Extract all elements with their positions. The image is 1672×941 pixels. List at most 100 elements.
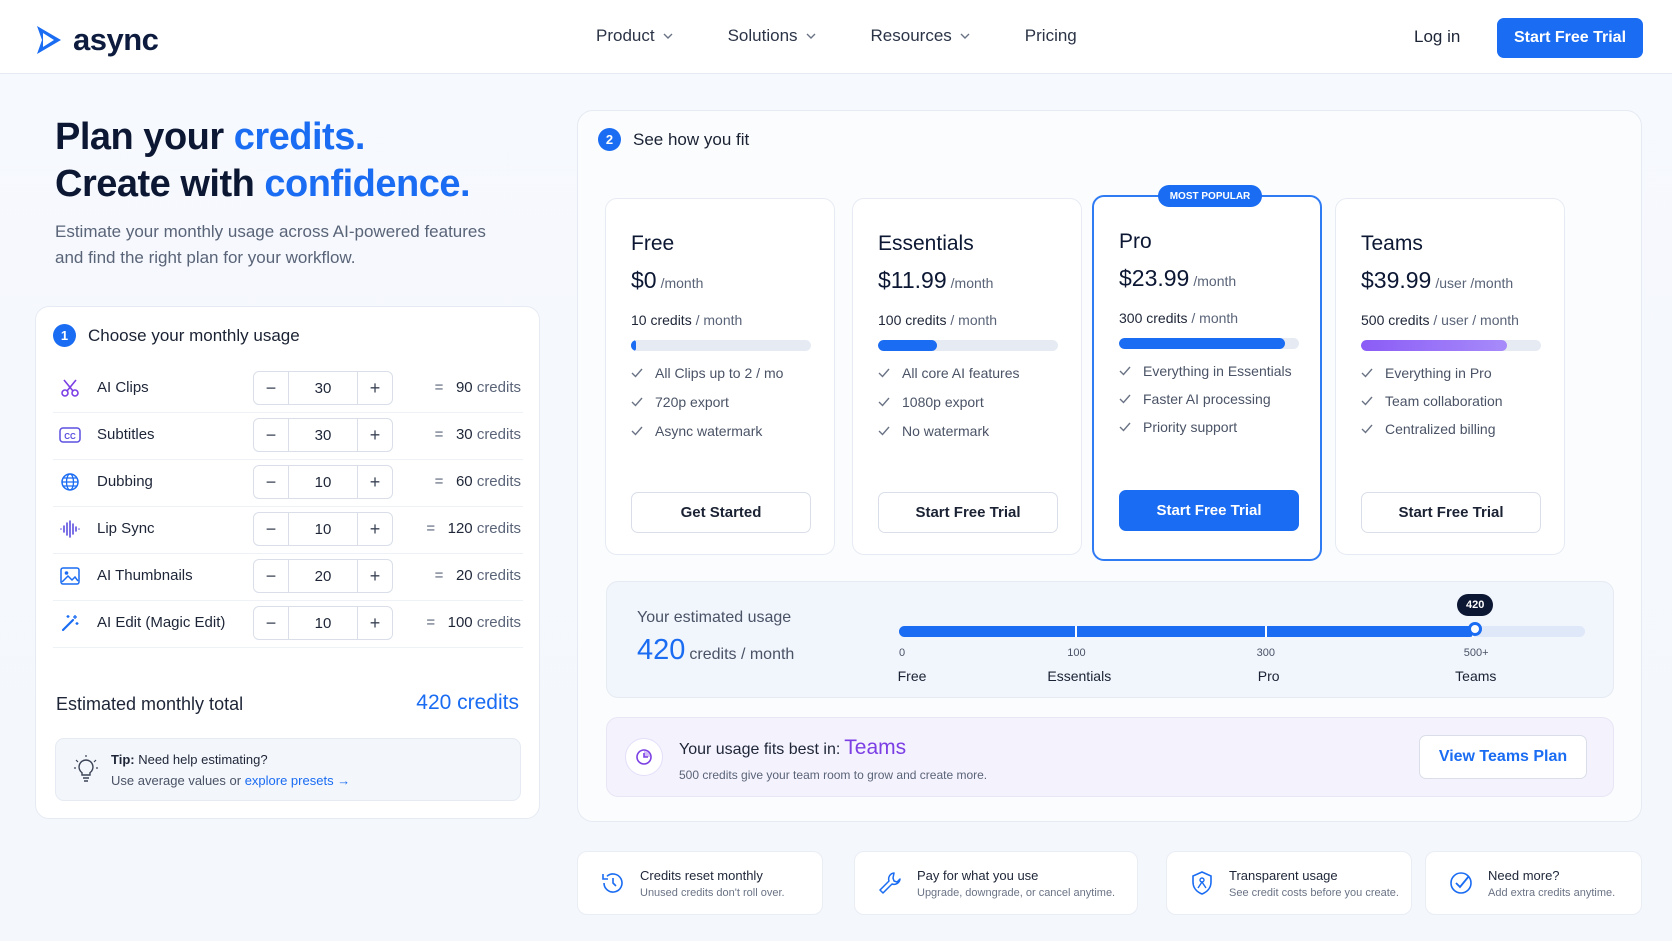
slider-tick-label: 500+ bbox=[1463, 647, 1489, 659]
start-free-trial-button[interactable]: Start Free Trial bbox=[1497, 18, 1643, 58]
usage-row-label: AI Clips bbox=[97, 379, 149, 396]
plan-credits: 10 credits / month bbox=[631, 312, 742, 328]
usage-row-label: AI Edit (Magic Edit) bbox=[97, 614, 226, 631]
menu-resources-label: Resources bbox=[870, 26, 952, 45]
equals-sign: = bbox=[434, 426, 444, 443]
plan-feature: All Clips up to 2 / mo bbox=[631, 365, 783, 381]
quantity-stepper: − 30 + bbox=[253, 371, 393, 405]
wrench-icon bbox=[877, 870, 903, 896]
increment-button[interactable]: + bbox=[358, 419, 392, 451]
check-icon bbox=[631, 368, 643, 378]
check-icon bbox=[1119, 366, 1131, 376]
usage-title: Choose your monthly usage bbox=[88, 325, 300, 345]
increment-button[interactable]: + bbox=[358, 560, 392, 592]
decrement-button[interactable]: − bbox=[254, 466, 288, 498]
fit-title: See how you fit bbox=[633, 129, 750, 149]
plan-price: $0/month bbox=[631, 267, 703, 294]
check-icon bbox=[1361, 424, 1373, 434]
decrement-button[interactable]: − bbox=[254, 513, 288, 545]
usage-step-header: 1 Choose your monthly usage bbox=[53, 324, 300, 347]
best-fit-plan: Teams bbox=[844, 736, 907, 759]
hero-line2-b: confidence. bbox=[264, 163, 471, 205]
tip-box: Tip: Need help estimating? Use average v… bbox=[55, 738, 521, 801]
increment-button[interactable]: + bbox=[358, 607, 392, 639]
menu-product-label: Product bbox=[596, 26, 655, 45]
best-fit-subtitle: 500 credits give your team room to grow … bbox=[679, 768, 988, 782]
plan-price-period: /month bbox=[1193, 273, 1237, 289]
check-icon bbox=[1361, 368, 1373, 378]
plan-feature: Faster AI processing bbox=[1119, 391, 1271, 407]
equals-sign: = bbox=[434, 473, 444, 490]
logo-mark-icon bbox=[37, 26, 61, 54]
plan-cta-button[interactable]: Start Free Trial bbox=[878, 492, 1058, 533]
plan-cta-button[interactable]: Start Free Trial bbox=[1119, 490, 1299, 531]
plan-price-period: /user /month bbox=[1435, 275, 1514, 291]
plan-cta-button[interactable]: Get Started bbox=[631, 492, 811, 533]
increment-button[interactable]: + bbox=[358, 466, 392, 498]
increment-button[interactable]: + bbox=[358, 513, 392, 545]
hero-line1-b: credits. bbox=[233, 116, 366, 158]
plan-credits: 100 credits / month bbox=[878, 312, 997, 328]
estimate-value: 420 credits / month bbox=[637, 634, 794, 667]
equals-sign: = bbox=[434, 567, 444, 584]
plan-feature-text: Priority support bbox=[1143, 419, 1238, 435]
login-link[interactable]: Log in bbox=[1414, 27, 1460, 47]
brand-logo[interactable]: async bbox=[34, 22, 159, 58]
svg-text:CC: CC bbox=[64, 432, 76, 441]
quantity-input[interactable]: 10 bbox=[288, 513, 358, 545]
menu-product[interactable]: Product bbox=[596, 26, 673, 46]
quantity-input[interactable]: 20 bbox=[288, 560, 358, 592]
decrement-button[interactable]: − bbox=[254, 607, 288, 639]
check-icon bbox=[631, 426, 643, 436]
quantity-input[interactable]: 10 bbox=[288, 466, 358, 498]
decrement-button[interactable]: − bbox=[254, 372, 288, 404]
quantity-stepper: − 10 + bbox=[253, 465, 393, 499]
usage-value-bubble: 420 bbox=[1457, 594, 1494, 616]
usage-row-label: Lip Sync bbox=[97, 520, 155, 537]
plan-credit-bar-fill bbox=[1361, 340, 1507, 351]
quantity-input[interactable]: 30 bbox=[288, 372, 358, 404]
plan-price-value: $39.99 bbox=[1361, 267, 1432, 293]
estimate-number: 420 bbox=[637, 634, 686, 666]
usage-card: 1 Choose your monthly usage AI Clips − 3… bbox=[35, 306, 540, 819]
plan-credit-bar bbox=[878, 340, 1058, 351]
plan-feature-text: All Clips up to 2 / mo bbox=[655, 365, 784, 381]
plan-feature: 720p export bbox=[631, 394, 729, 410]
explore-presets-link[interactable]: explore presets bbox=[245, 773, 334, 788]
usage-row: AI Thumbnails − 20 + = 20 credits bbox=[53, 551, 523, 601]
quantity-stepper: − 10 + bbox=[253, 512, 393, 546]
row-credits: = 20 credits bbox=[435, 567, 521, 584]
row-credits-unit: credits bbox=[476, 473, 521, 490]
hero-subtitle: Estimate your monthly usage across AI-po… bbox=[55, 222, 486, 267]
row-credits-value: 60 bbox=[455, 473, 473, 490]
usage-slider-handle[interactable] bbox=[1468, 622, 1483, 636]
check-icon bbox=[878, 426, 890, 436]
most-popular-badge: MOST POPULAR bbox=[1158, 185, 1262, 207]
footer-feature-subtitle: Add extra credits anytime. bbox=[1488, 887, 1616, 899]
footer-feature-card: Pay for what you use Upgrade, downgrade,… bbox=[854, 851, 1138, 915]
row-credits-value: 120 bbox=[447, 520, 473, 537]
quantity-input[interactable]: 30 bbox=[288, 419, 358, 451]
usage-row: CC Subtitles − 30 + = 30 credits bbox=[53, 410, 523, 460]
check-icon bbox=[1119, 394, 1131, 404]
footer-feature-subtitle: Upgrade, downgrade, or cancel anytime. bbox=[917, 887, 1116, 899]
plan-cta-button[interactable]: Start Free Trial bbox=[1361, 492, 1541, 533]
decrement-button[interactable]: − bbox=[254, 560, 288, 592]
plan-price-value: $23.99 bbox=[1119, 265, 1190, 291]
equals-sign: = bbox=[426, 520, 436, 537]
footer-feature-subtitle: See credit costs before you create. bbox=[1229, 887, 1399, 899]
increment-button[interactable]: + bbox=[358, 372, 392, 404]
quantity-stepper: − 20 + bbox=[253, 559, 393, 593]
menu-solutions[interactable]: Solutions bbox=[728, 26, 816, 46]
view-teams-plan-button[interactable]: View Teams Plan bbox=[1419, 735, 1587, 779]
estimate-unit: credits / month bbox=[689, 646, 795, 663]
plan-feature-text: Async watermark bbox=[655, 423, 763, 439]
menu-resources[interactable]: Resources bbox=[871, 26, 970, 46]
plan-price-period: /month bbox=[660, 275, 704, 291]
quantity-input[interactable]: 10 bbox=[288, 607, 358, 639]
best-fit-panel: Your usage fits best in: Teams 500 credit… bbox=[606, 717, 1614, 797]
footer-feature-subtitle: Unused credits don't roll over. bbox=[640, 887, 785, 899]
footer-feature-title: Need more? bbox=[1488, 868, 1560, 883]
decrement-button[interactable]: − bbox=[254, 419, 288, 451]
menu-pricing[interactable]: Pricing bbox=[1025, 26, 1077, 46]
